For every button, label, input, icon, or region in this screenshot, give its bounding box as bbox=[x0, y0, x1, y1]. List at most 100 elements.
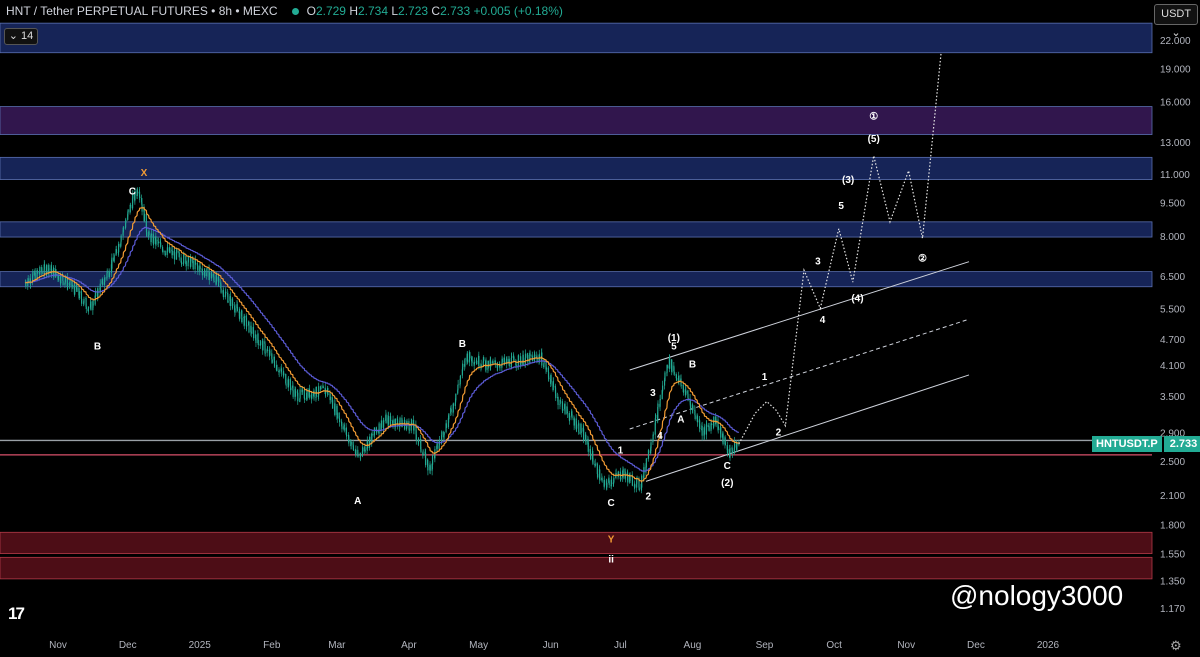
candle-body bbox=[587, 442, 589, 452]
candle-body bbox=[731, 450, 733, 454]
candle-body bbox=[315, 387, 317, 396]
candle-body bbox=[294, 391, 297, 397]
candle-body bbox=[153, 236, 155, 244]
y-tick-label: 2.100 bbox=[1160, 491, 1185, 502]
wave-label: ii bbox=[608, 554, 614, 565]
candle-body bbox=[578, 432, 580, 434]
candle-body bbox=[675, 378, 678, 381]
wave-label: 1 bbox=[762, 372, 768, 383]
candle-body bbox=[176, 251, 178, 253]
candle-body bbox=[696, 415, 699, 423]
candle-body bbox=[550, 374, 552, 383]
change-value: +0.005 (+0.18%) bbox=[473, 4, 563, 18]
candle-body bbox=[662, 385, 664, 392]
candle-body bbox=[217, 276, 220, 279]
candle-body bbox=[113, 255, 115, 262]
wave-label: ② bbox=[918, 254, 927, 265]
indicators-toggle[interactable]: ⌄ 14 bbox=[4, 28, 38, 45]
symbol-title[interactable]: HNT / Tether PERPETUAL FUTURES • 8h • ME… bbox=[6, 4, 278, 18]
candle-body bbox=[638, 487, 640, 489]
candle-body bbox=[503, 360, 506, 363]
wave-label: Y bbox=[608, 535, 615, 546]
y-tick-label: 1.800 bbox=[1160, 521, 1185, 532]
candle-body bbox=[92, 304, 94, 306]
supply-demand-zones bbox=[0, 22, 1153, 580]
candle-body bbox=[487, 360, 489, 368]
candle-body bbox=[157, 241, 159, 244]
candle-body bbox=[543, 362, 545, 364]
channel-lower-line bbox=[645, 374, 970, 482]
candle-body bbox=[650, 442, 652, 449]
candle-body bbox=[103, 282, 106, 285]
candle-body bbox=[164, 253, 166, 256]
candle-body bbox=[457, 384, 459, 391]
ema-slow-line bbox=[25, 226, 740, 472]
candle-body bbox=[338, 419, 341, 423]
tradingview-logo[interactable]: 17 bbox=[8, 604, 25, 624]
candle-body bbox=[559, 400, 561, 402]
candle-body bbox=[355, 449, 357, 455]
candle-body bbox=[706, 425, 708, 427]
candle-body bbox=[62, 276, 64, 282]
gear-icon[interactable]: ⚙ bbox=[1170, 638, 1182, 654]
candle-body bbox=[596, 474, 599, 478]
candle-body bbox=[371, 433, 373, 436]
wave-label: 2 bbox=[646, 491, 652, 502]
candle-body bbox=[81, 298, 83, 304]
candle-body bbox=[445, 427, 448, 428]
candle-body bbox=[41, 271, 43, 274]
candle-body bbox=[218, 278, 220, 283]
candle-body bbox=[194, 262, 197, 264]
purple-zone bbox=[0, 106, 1153, 135]
candle-body bbox=[74, 284, 76, 295]
candle-body bbox=[62, 281, 64, 285]
candle-body bbox=[483, 357, 485, 361]
currency-button[interactable]: USDT ⌄ bbox=[1154, 4, 1198, 39]
candle-body bbox=[420, 449, 422, 453]
candle-body bbox=[599, 479, 601, 481]
candle-body bbox=[236, 306, 238, 312]
candle-body bbox=[111, 257, 113, 269]
candle-body bbox=[143, 213, 145, 222]
high-value: 2.734 bbox=[357, 4, 389, 18]
candle-body bbox=[573, 418, 575, 426]
time-axis[interactable]: Nov Dec 2025 Feb Mar Apr May Jun Jul Aug Sep Oct Nov… bbox=[49, 640, 1059, 651]
y-tick-label: 1.170 bbox=[1160, 604, 1185, 615]
candle-body bbox=[215, 274, 218, 282]
open-label: O bbox=[306, 4, 316, 18]
chevron-down-icon: ⌄ bbox=[8, 30, 18, 42]
candle-body bbox=[592, 457, 594, 465]
candle-body bbox=[169, 251, 171, 253]
horizontal-levels bbox=[0, 439, 1152, 456]
candle-body bbox=[115, 249, 118, 253]
candle-body bbox=[287, 379, 290, 388]
candle-body bbox=[364, 449, 366, 452]
x-tick-label: Jun bbox=[543, 640, 559, 651]
price-axis[interactable]: 22.00019.00016.00013.00011.0009.5008.000… bbox=[1160, 36, 1191, 615]
price-chart[interactable]: XCBABCYii12345(1)ABC(2)12345(3)(4)(5)①② … bbox=[0, 0, 1200, 657]
candle-body bbox=[692, 406, 694, 410]
chart-header: HNT / Tether PERPETUAL FUTURES • 8h • ME… bbox=[6, 4, 563, 18]
candle-body bbox=[513, 356, 515, 361]
candle-body bbox=[246, 325, 248, 327]
candle-body bbox=[722, 433, 724, 445]
blue-zone bbox=[0, 271, 1153, 288]
candle-body bbox=[666, 365, 668, 369]
y-tick-label: 19.000 bbox=[1160, 64, 1191, 75]
candle-body bbox=[557, 397, 559, 405]
candle-body bbox=[492, 361, 494, 364]
candle-body bbox=[685, 390, 687, 394]
candle-body bbox=[657, 403, 659, 407]
candle-body bbox=[280, 368, 283, 372]
candle-body bbox=[536, 358, 538, 361]
wave-label: 1 bbox=[618, 445, 624, 456]
candle-body bbox=[80, 293, 83, 299]
candle-body bbox=[241, 317, 243, 323]
candle-body bbox=[171, 250, 173, 256]
candle-body bbox=[555, 393, 557, 399]
wave-label: 3 bbox=[650, 388, 656, 399]
candle-body bbox=[76, 287, 78, 292]
candle-body bbox=[552, 381, 554, 386]
candle-body bbox=[680, 385, 682, 387]
candle-body bbox=[227, 300, 229, 303]
